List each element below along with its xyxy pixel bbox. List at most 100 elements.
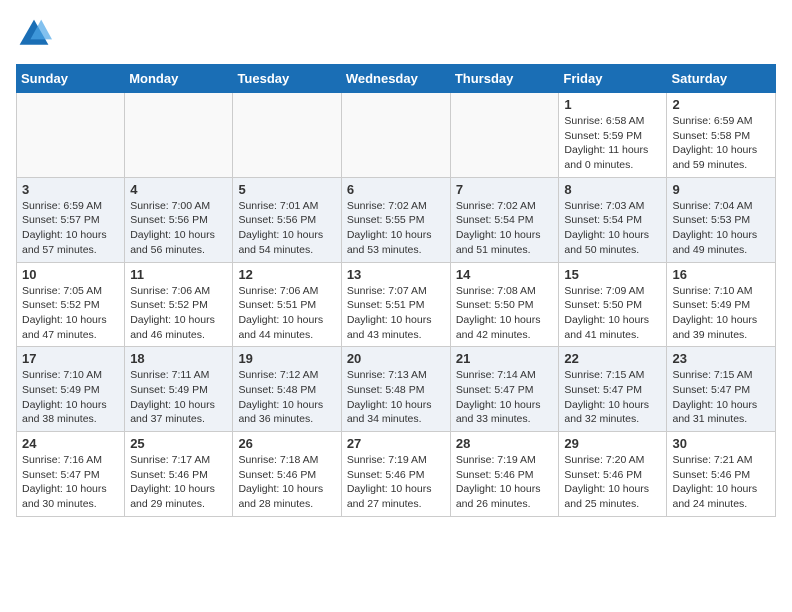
calendar-cell (341, 93, 450, 178)
day-header-tuesday: Tuesday (233, 65, 341, 93)
calendar-cell: 8 Sunrise: 7:03 AM Sunset: 5:54 PM Daylig… (559, 177, 667, 262)
calendar-cell: 27 Sunrise: 7:19 AM Sunset: 5:46 PM Dayli… (341, 432, 450, 517)
day-info: Sunrise: 7:10 AM Sunset: 5:49 PM Dayligh… (672, 284, 770, 343)
day-number: 10 (22, 267, 119, 282)
day-number: 1 (564, 97, 661, 112)
calendar-week-row: 17 Sunrise: 7:10 AM Sunset: 5:49 PM Dayli… (17, 347, 776, 432)
day-number: 3 (22, 182, 119, 197)
day-number: 30 (672, 436, 770, 451)
day-number: 26 (238, 436, 335, 451)
day-info: Sunrise: 7:06 AM Sunset: 5:52 PM Dayligh… (130, 284, 227, 343)
day-info: Sunrise: 7:15 AM Sunset: 5:47 PM Dayligh… (672, 368, 770, 427)
calendar-cell: 6 Sunrise: 7:02 AM Sunset: 5:55 PM Daylig… (341, 177, 450, 262)
day-info: Sunrise: 7:09 AM Sunset: 5:50 PM Dayligh… (564, 284, 661, 343)
day-info: Sunrise: 7:02 AM Sunset: 5:55 PM Dayligh… (347, 199, 445, 258)
calendar-cell: 23 Sunrise: 7:15 AM Sunset: 5:47 PM Dayli… (667, 347, 776, 432)
day-info: Sunrise: 7:21 AM Sunset: 5:46 PM Dayligh… (672, 453, 770, 512)
calendar-cell: 13 Sunrise: 7:07 AM Sunset: 5:51 PM Dayli… (341, 262, 450, 347)
calendar-cell: 15 Sunrise: 7:09 AM Sunset: 5:50 PM Dayli… (559, 262, 667, 347)
calendar-table: SundayMondayTuesdayWednesdayThursdayFrid… (16, 64, 776, 517)
calendar-cell: 5 Sunrise: 7:01 AM Sunset: 5:56 PM Daylig… (233, 177, 341, 262)
day-info: Sunrise: 7:10 AM Sunset: 5:49 PM Dayligh… (22, 368, 119, 427)
day-number: 22 (564, 351, 661, 366)
calendar-cell: 28 Sunrise: 7:19 AM Sunset: 5:46 PM Dayli… (450, 432, 559, 517)
calendar-cell: 11Sunrise: 7:06 AM Sunset: 5:52 PM Dayli… (125, 262, 233, 347)
calendar-cell: 19 Sunrise: 7:12 AM Sunset: 5:48 PM Dayli… (233, 347, 341, 432)
calendar-cell: 12 Sunrise: 7:06 AM Sunset: 5:51 PM Dayli… (233, 262, 341, 347)
day-number: 17 (22, 351, 119, 366)
calendar-cell: 30 Sunrise: 7:21 AM Sunset: 5:46 PM Dayli… (667, 432, 776, 517)
day-info: Sunrise: 7:07 AM Sunset: 5:51 PM Dayligh… (347, 284, 445, 343)
day-info: Sunrise: 7:01 AM Sunset: 5:56 PM Dayligh… (238, 199, 335, 258)
day-info: Sunrise: 7:11 AM Sunset: 5:49 PM Dayligh… (130, 368, 227, 427)
calendar-cell (17, 93, 125, 178)
calendar-cell: 3Sunrise: 6:59 AM Sunset: 5:57 PM Daylig… (17, 177, 125, 262)
calendar-week-row: 10 Sunrise: 7:05 AM Sunset: 5:52 PM Dayli… (17, 262, 776, 347)
calendar-cell: 14 Sunrise: 7:08 AM Sunset: 5:50 PM Dayli… (450, 262, 559, 347)
day-header-saturday: Saturday (667, 65, 776, 93)
day-number: 5 (238, 182, 335, 197)
page-header (16, 16, 776, 52)
day-number: 27 (347, 436, 445, 451)
day-info: Sunrise: 7:19 AM Sunset: 5:46 PM Dayligh… (347, 453, 445, 512)
logo (16, 16, 56, 52)
day-info: Sunrise: 7:08 AM Sunset: 5:50 PM Dayligh… (456, 284, 554, 343)
day-info: Sunrise: 7:17 AM Sunset: 5:46 PM Dayligh… (130, 453, 227, 512)
day-header-friday: Friday (559, 65, 667, 93)
day-info: Sunrise: 7:05 AM Sunset: 5:52 PM Dayligh… (22, 284, 119, 343)
day-info: Sunrise: 7:20 AM Sunset: 5:46 PM Dayligh… (564, 453, 661, 512)
calendar-week-row: 3Sunrise: 6:59 AM Sunset: 5:57 PM Daylig… (17, 177, 776, 262)
day-info: Sunrise: 7:00 AM Sunset: 5:56 PM Dayligh… (130, 199, 227, 258)
day-number: 19 (238, 351, 335, 366)
day-number: 20 (347, 351, 445, 366)
calendar-cell: 20 Sunrise: 7:13 AM Sunset: 5:48 PM Dayli… (341, 347, 450, 432)
day-number: 28 (456, 436, 554, 451)
day-info: Sunrise: 7:12 AM Sunset: 5:48 PM Dayligh… (238, 368, 335, 427)
calendar-cell: 22 Sunrise: 7:15 AM Sunset: 5:47 PM Dayli… (559, 347, 667, 432)
day-number: 18 (130, 351, 227, 366)
day-number: 2 (672, 97, 770, 112)
day-number: 12 (238, 267, 335, 282)
calendar-cell: 25Sunrise: 7:17 AM Sunset: 5:46 PM Dayli… (125, 432, 233, 517)
day-number: 6 (347, 182, 445, 197)
calendar-cell (125, 93, 233, 178)
calendar-cell: 16 Sunrise: 7:10 AM Sunset: 5:49 PM Dayli… (667, 262, 776, 347)
calendar-cell: 17 Sunrise: 7:10 AM Sunset: 5:49 PM Dayli… (17, 347, 125, 432)
calendar-cell: 2Sunrise: 6:59 AM Sunset: 5:58 PM Daylig… (667, 93, 776, 178)
calendar-cell: 10 Sunrise: 7:05 AM Sunset: 5:52 PM Dayli… (17, 262, 125, 347)
calendar-week-row: 24Sunrise: 7:16 AM Sunset: 5:47 PM Dayli… (17, 432, 776, 517)
calendar-cell (233, 93, 341, 178)
day-info: Sunrise: 7:19 AM Sunset: 5:46 PM Dayligh… (456, 453, 554, 512)
day-info: Sunrise: 7:15 AM Sunset: 5:47 PM Dayligh… (564, 368, 661, 427)
day-info: Sunrise: 7:14 AM Sunset: 5:47 PM Dayligh… (456, 368, 554, 427)
day-info: Sunrise: 7:03 AM Sunset: 5:54 PM Dayligh… (564, 199, 661, 258)
calendar-cell: 29Sunrise: 7:20 AM Sunset: 5:46 PM Dayli… (559, 432, 667, 517)
day-number: 23 (672, 351, 770, 366)
day-number: 16 (672, 267, 770, 282)
day-number: 21 (456, 351, 554, 366)
day-info: Sunrise: 7:02 AM Sunset: 5:54 PM Dayligh… (456, 199, 554, 258)
calendar-cell: 26 Sunrise: 7:18 AM Sunset: 5:46 PM Dayli… (233, 432, 341, 517)
calendar-cell (450, 93, 559, 178)
day-info: Sunrise: 7:18 AM Sunset: 5:46 PM Dayligh… (238, 453, 335, 512)
calendar-cell: 4 Sunrise: 7:00 AM Sunset: 5:56 PM Daylig… (125, 177, 233, 262)
calendar-header-row: SundayMondayTuesdayWednesdayThursdayFrid… (17, 65, 776, 93)
day-info: Sunrise: 7:06 AM Sunset: 5:51 PM Dayligh… (238, 284, 335, 343)
day-number: 14 (456, 267, 554, 282)
calendar-cell: 21 Sunrise: 7:14 AM Sunset: 5:47 PM Dayli… (450, 347, 559, 432)
calendar-cell: 18 Sunrise: 7:11 AM Sunset: 5:49 PM Dayli… (125, 347, 233, 432)
day-number: 13 (347, 267, 445, 282)
day-info: Sunrise: 7:13 AM Sunset: 5:48 PM Dayligh… (347, 368, 445, 427)
day-number: 15 (564, 267, 661, 282)
calendar-cell: 24Sunrise: 7:16 AM Sunset: 5:47 PM Dayli… (17, 432, 125, 517)
calendar-cell: 1 Sunrise: 6:58 AM Sunset: 5:59 PM Daylig… (559, 93, 667, 178)
calendar-week-row: 1 Sunrise: 6:58 AM Sunset: 5:59 PM Daylig… (17, 93, 776, 178)
calendar-cell: 7Sunrise: 7:02 AM Sunset: 5:54 PM Daylig… (450, 177, 559, 262)
day-info: Sunrise: 7:04 AM Sunset: 5:53 PM Dayligh… (672, 199, 770, 258)
day-header-monday: Monday (125, 65, 233, 93)
day-number: 4 (130, 182, 227, 197)
day-info: Sunrise: 6:58 AM Sunset: 5:59 PM Dayligh… (564, 114, 661, 173)
day-info: Sunrise: 7:16 AM Sunset: 5:47 PM Dayligh… (22, 453, 119, 512)
day-header-wednesday: Wednesday (341, 65, 450, 93)
day-number: 8 (564, 182, 661, 197)
